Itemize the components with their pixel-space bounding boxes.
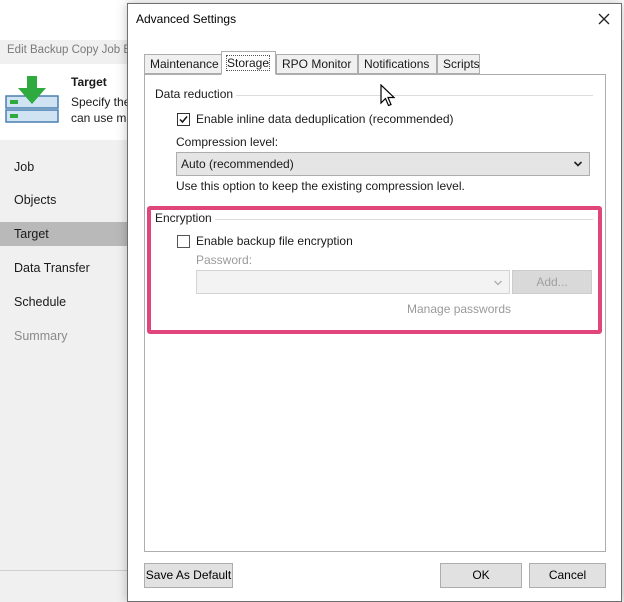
tab-notifications[interactable]: Notifications (358, 54, 437, 74)
wizard-steps-nav: Job Objects Target Data Transfer Schedul… (0, 140, 128, 520)
checkmark-icon (179, 116, 188, 124)
storage-tab-panel: Data reduction Enable inline data dedupl… (144, 74, 606, 552)
encryption-checkbox[interactable] (177, 235, 190, 248)
advanced-settings-dialog: Advanced Settings Maintenance Storage RP… (127, 3, 622, 602)
close-icon (598, 13, 610, 25)
tab-label: RPO Monitor (282, 57, 352, 71)
compression-hint: Use this option to keep the existing com… (176, 179, 465, 193)
nav-item-summary: Summary (14, 329, 68, 343)
compression-value: Auto (recommended) (181, 157, 294, 171)
wizard-step-description: can use ma (71, 111, 128, 125)
wizard-step-title: Target (71, 75, 107, 89)
encryption-group-label: Encryption (155, 211, 215, 225)
dedup-label: Enable inline data deduplication (recomm… (196, 112, 454, 126)
chevron-down-icon (573, 161, 583, 167)
divider (0, 570, 128, 571)
dialog-title: Advanced Settings (136, 12, 237, 26)
nav-item-data-transfer[interactable]: Data Transfer (0, 256, 128, 280)
nav-item-target[interactable]: Target (0, 222, 128, 246)
nav-item-schedule[interactable]: Schedule (0, 290, 128, 314)
tab-storage[interactable]: Storage (221, 51, 276, 75)
compression-level-label: Compression level: (176, 135, 279, 149)
data-reduction-group-label: Data reduction (155, 87, 237, 101)
group-divider (215, 219, 593, 220)
save-as-default-button[interactable]: Save As Default (144, 563, 233, 588)
cancel-button[interactable]: Cancel (529, 563, 606, 588)
mouse-cursor-icon (380, 84, 396, 107)
encryption-label: Enable backup file encryption (196, 234, 353, 248)
tab-maintenance[interactable]: Maintenance (144, 54, 222, 74)
tab-rpo-monitor[interactable]: RPO Monitor (276, 54, 358, 74)
add-password-button[interactable]: Add... (512, 270, 592, 294)
compression-level-select[interactable]: Auto (recommended) (176, 152, 590, 176)
manage-passwords-link[interactable]: Manage passwords (407, 302, 511, 316)
ok-button[interactable]: OK (440, 563, 522, 588)
password-select[interactable] (196, 270, 510, 294)
password-label: Password: (196, 253, 253, 267)
tab-scripts[interactable]: Scripts (437, 54, 480, 74)
nav-item-job[interactable]: Job (0, 155, 128, 179)
tab-label: Scripts (443, 57, 480, 71)
wizard-step-description: Specify the (71, 95, 128, 109)
close-button[interactable] (593, 8, 615, 30)
tab-label: Storage (225, 55, 271, 71)
tab-label: Notifications (364, 57, 430, 71)
nav-item-objects[interactable]: Objects (0, 188, 128, 212)
chevron-down-icon (494, 280, 502, 286)
dedup-checkbox[interactable] (177, 113, 190, 126)
wizard-title: Edit Backup Copy Job E (7, 44, 127, 56)
target-icon (5, 76, 59, 123)
tab-label: Maintenance (150, 57, 219, 71)
group-divider (235, 95, 593, 96)
